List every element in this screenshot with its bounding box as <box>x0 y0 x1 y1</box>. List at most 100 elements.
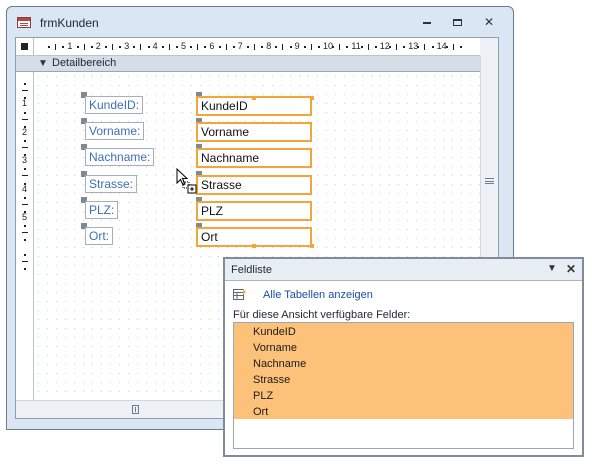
ruler-tick <box>388 46 391 48</box>
textbox-ort-text: Ort <box>201 230 218 244</box>
field-item[interactable]: Nachname <box>253 358 306 370</box>
section-label: Detailbereich <box>52 57 117 69</box>
ruler-tick <box>24 139 26 142</box>
ruler-tick <box>346 46 349 48</box>
field-item[interactable]: Vorname <box>253 342 297 354</box>
vertical-scrollbar[interactable] <box>480 56 498 280</box>
table-add-icon <box>233 289 246 300</box>
ruler-half-mark <box>367 44 369 50</box>
ruler-number: 1 <box>67 41 73 51</box>
label-kundeid[interactable]: KundeID: <box>85 96 144 114</box>
ruler-half-mark <box>83 44 85 50</box>
ruler-tick <box>24 239 26 242</box>
label-plz[interactable]: PLZ: <box>85 201 119 219</box>
textbox-ort[interactable]: Ort <box>196 227 312 247</box>
maximize-button[interactable] <box>443 13 471 32</box>
ruler-number: 3 <box>22 155 28 166</box>
ruler-number: 5 <box>22 212 28 222</box>
ruler-tick <box>24 253 26 256</box>
ruler-tick <box>417 46 420 48</box>
ruler-half-mark <box>22 175 28 177</box>
ruler-half-mark <box>452 44 454 50</box>
ruler-number: 6 <box>209 41 215 51</box>
ruler-tick <box>48 46 51 48</box>
pane-close-icon[interactable]: ✕ <box>566 262 576 276</box>
minimize-button[interactable] <box>413 13 441 32</box>
drag-add-cursor-icon <box>176 168 197 194</box>
ruler-number: 4 <box>152 41 158 51</box>
ruler-tick <box>24 225 26 228</box>
ruler-tick <box>332 46 335 48</box>
ruler-tick <box>133 46 136 48</box>
field-list-header[interactable]: Feldliste ▼ ✕ <box>225 259 582 281</box>
ruler-half-mark <box>22 90 28 92</box>
textbox-kundeid[interactable]: KundeID <box>196 96 312 116</box>
field-item[interactable]: PLZ <box>253 390 273 402</box>
show-all-tables-link[interactable]: Alle Tabellen anzeigen <box>263 289 373 301</box>
ruler-half-mark <box>22 260 28 262</box>
textbox-strasse-text: Strasse <box>201 178 242 192</box>
textbox-kundeid-text: KundeID <box>201 99 248 113</box>
form-selector[interactable] <box>16 38 34 56</box>
ruler-half-mark <box>22 203 28 205</box>
textbox-nachname[interactable]: Nachname <box>196 148 312 168</box>
minimize-icon <box>423 21 431 24</box>
field-item[interactable]: Strasse <box>253 374 290 386</box>
pane-options-icon[interactable]: ▼ <box>547 263 557 274</box>
horizontal-scrollbar[interactable] <box>16 400 236 418</box>
ruler-tick <box>24 83 26 86</box>
textbox-strasse[interactable]: Strasse <box>196 175 312 195</box>
label-strasse[interactable]: Strasse: <box>85 175 138 193</box>
ruler-tick <box>374 46 377 48</box>
ruler-number: 4 <box>22 183 28 194</box>
ruler-tick <box>303 46 306 48</box>
ruler-tick <box>90 46 93 48</box>
ruler-tick <box>360 46 363 48</box>
field-item[interactable]: KundeID <box>253 326 296 338</box>
ruler-tick <box>289 46 292 48</box>
scroll-corner <box>480 38 498 56</box>
ruler-tick <box>190 46 193 48</box>
textbox-plz-text: PLZ <box>201 204 224 218</box>
detail-section-bar[interactable]: ▼ Detailbereich <box>16 56 480 72</box>
textbox-vorname[interactable]: Vorname <box>196 122 312 142</box>
ruler-tick <box>246 46 249 48</box>
ruler-tick <box>147 46 150 48</box>
ruler-number: 1 <box>22 98 28 109</box>
ruler-tick <box>119 46 122 48</box>
close-icon: ✕ <box>483 15 495 29</box>
ruler-number: 2 <box>22 126 28 137</box>
maximize-icon <box>452 19 462 26</box>
textbox-plz[interactable]: PLZ <box>196 201 312 221</box>
ruler-tick <box>232 46 235 48</box>
field-list-body: Alle Tabellen anzeigen Für diese Ansicht… <box>225 281 582 455</box>
window-title: frmKunden <box>40 16 99 30</box>
ruler-half-mark <box>282 44 284 50</box>
label-nachname[interactable]: Nachname: <box>85 148 155 166</box>
field-item[interactable]: Ort <box>253 406 268 418</box>
ruler-half-mark <box>225 44 227 50</box>
ruler-half-mark <box>339 44 341 50</box>
ruler-half-mark <box>424 44 426 50</box>
ruler-half-mark <box>140 44 142 50</box>
section-collapse-icon: ▼ <box>38 58 48 69</box>
ruler-half-mark <box>254 44 255 50</box>
ruler-tick <box>104 46 107 48</box>
ruler-number: 2 <box>95 41 101 51</box>
vertical-ruler[interactable]: 1 2 3 4 5 <box>16 72 34 418</box>
ruler-tick <box>24 196 26 199</box>
ruler-tick <box>275 46 278 48</box>
ruler-number: 3 <box>124 41 130 51</box>
window-titlebar[interactable]: frmKunden ✕ <box>7 7 513 37</box>
label-ort[interactable]: Ort: <box>85 227 113 245</box>
ruler-tick <box>24 168 26 171</box>
ruler-tick <box>261 46 264 48</box>
available-fields-list[interactable]: KundeID Vorname Nachname Strasse PLZ Ort <box>233 322 574 449</box>
label-vorname[interactable]: Vorname: <box>85 122 145 140</box>
ruler-half-mark <box>197 44 199 50</box>
form-selector-icon <box>21 43 28 50</box>
ruler-number: 7 <box>237 41 243 51</box>
horizontal-ruler[interactable]: 1 2 3 4 5 6 7 8 9 10 11 12 13 14 <box>34 38 480 56</box>
textbox-nachname-text: Nachname <box>201 151 260 165</box>
close-button[interactable]: ✕ <box>475 13 503 32</box>
